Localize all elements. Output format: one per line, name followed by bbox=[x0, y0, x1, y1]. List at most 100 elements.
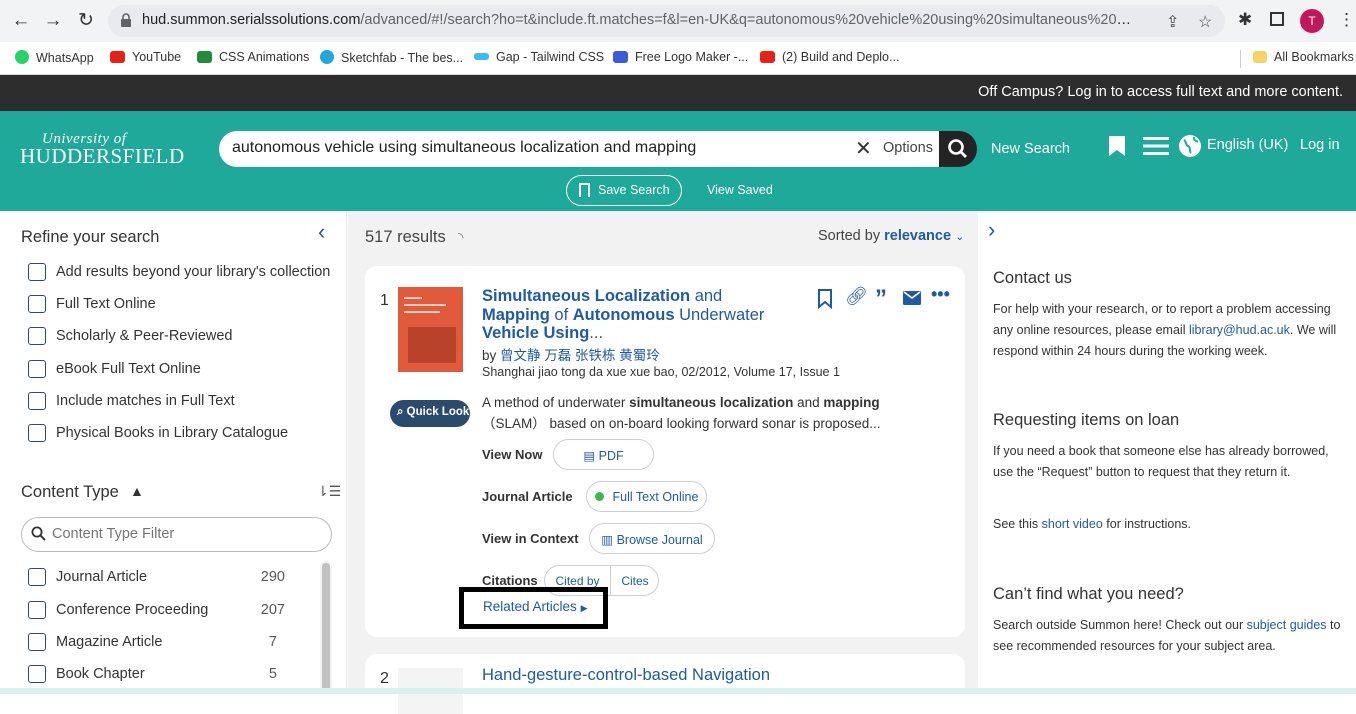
off-campus-link[interactable]: Off Campus? Log in to access full text a… bbox=[978, 84, 1343, 100]
new-search-link[interactable]: New Search bbox=[991, 141, 1070, 157]
checkbox-ebook[interactable] bbox=[28, 360, 46, 378]
kebab-menu-icon[interactable]: ⋮ bbox=[1338, 10, 1355, 30]
checkbox-label[interactable]: Add results beyond your library's collec… bbox=[56, 264, 330, 280]
bookmark-icon[interactable] bbox=[1108, 135, 1126, 157]
checkbox-peer-reviewed[interactable] bbox=[28, 327, 46, 345]
checkbox-full-text[interactable] bbox=[28, 295, 46, 313]
search-input[interactable] bbox=[232, 139, 832, 157]
cites-button[interactable]: Cites bbox=[611, 566, 659, 595]
checkbox-physical-books[interactable] bbox=[28, 424, 46, 442]
bookmark-whatsapp[interactable]: WhatsApp bbox=[15, 50, 94, 65]
full-text-online-button[interactable]: Full Text Online bbox=[586, 481, 707, 512]
pdf-label: PDF bbox=[598, 449, 624, 463]
bookmark-build-deploy[interactable]: (2) Build and Deplo... bbox=[760, 50, 899, 64]
author-links[interactable]: 曾文静 万磊 张铁栋 黄蜀玲 bbox=[500, 348, 660, 363]
share-icon[interactable]: ⇪ bbox=[1166, 12, 1179, 32]
options-button[interactable]: Options bbox=[883, 140, 933, 156]
checkbox-matches-full-text[interactable] bbox=[28, 392, 46, 410]
bookmark-label: Sketchfab - The bes... bbox=[341, 51, 464, 65]
checkbox-label[interactable]: eBook Full Text Online bbox=[56, 361, 201, 377]
scrollbar-thumb[interactable] bbox=[322, 563, 330, 694]
language-selector[interactable]: English (UK) bbox=[1207, 137, 1288, 153]
content-type-label[interactable]: Journal Article bbox=[56, 569, 147, 585]
bookmark-css-animations[interactable]: CSS Animations bbox=[197, 50, 309, 64]
globe-icon[interactable] bbox=[1178, 134, 1202, 158]
chevron-left-icon[interactable]: ‹ bbox=[318, 219, 325, 245]
address-bar[interactable]: hud.summon.serialssolutions.com/advanced… bbox=[108, 5, 1225, 37]
short-video-link[interactable]: short video bbox=[1042, 517, 1103, 531]
view-saved-link[interactable]: View Saved bbox=[707, 183, 773, 197]
clear-icon[interactable]: ✕ bbox=[855, 136, 872, 161]
link-icon[interactable]: 🔗︎ bbox=[845, 286, 868, 307]
checkbox-label[interactable]: Physical Books in Library Catalogue bbox=[56, 425, 288, 441]
email-icon[interactable] bbox=[903, 289, 921, 310]
snippet-part: （SLAM） based on on-board looking forward… bbox=[482, 416, 881, 431]
title-part: and bbox=[690, 287, 723, 305]
subject-guides-link[interactable]: subject guides bbox=[1247, 618, 1327, 632]
checkbox-beyond-collection[interactable] bbox=[28, 263, 46, 281]
snippet-part: simultaneous localization bbox=[629, 395, 794, 410]
pdf-button[interactable]: ▤ PDF bbox=[553, 439, 654, 470]
sort-dropdown[interactable]: Sorted by relevance ⌄ bbox=[818, 228, 964, 244]
content-type-count: 207 bbox=[260, 602, 285, 618]
more-icon[interactable]: ••• bbox=[931, 284, 950, 305]
quote-icon[interactable]: ” bbox=[875, 285, 887, 313]
checkbox-label[interactable]: Full Text Online bbox=[56, 296, 156, 312]
rss-icon[interactable]: ◝ bbox=[458, 229, 463, 246]
bottom-strip bbox=[0, 688, 1356, 694]
checkbox-magazine-article[interactable] bbox=[28, 633, 46, 651]
content-type-filter-input[interactable] bbox=[52, 526, 312, 542]
login-link[interactable]: Log in bbox=[1300, 137, 1340, 153]
checkbox-label[interactable]: Include matches in Full Text bbox=[56, 393, 235, 409]
related-articles-label: Related Articles bbox=[483, 599, 577, 614]
bookmark-youtube[interactable]: YouTube bbox=[110, 50, 181, 64]
all-bookmarks[interactable]: All Bookmarks bbox=[1253, 50, 1354, 64]
save-search-button[interactable]: Save Search bbox=[566, 175, 682, 206]
star-icon[interactable]: ☆ bbox=[1198, 12, 1212, 32]
loan-title: Requesting items on loan bbox=[993, 411, 1180, 429]
content-type-label: Journal Article bbox=[482, 489, 573, 504]
content-type-label[interactable]: Magazine Article bbox=[56, 634, 162, 650]
bookmark-outline-icon[interactable] bbox=[817, 289, 833, 314]
menu-icon[interactable] bbox=[1143, 137, 1169, 155]
checkbox-journal-article[interactable] bbox=[28, 568, 46, 586]
quick-look-button[interactable]: ⌕ Quick Look bbox=[390, 400, 470, 427]
url-text[interactable]: hud.summon.serialssolutions.com/advanced… bbox=[142, 12, 1132, 28]
reload-icon[interactable]: ↻ bbox=[75, 10, 97, 32]
bookmark-logo-maker[interactable]: Free Logo Maker -... bbox=[613, 50, 748, 64]
content-type-title[interactable]: Content Type bbox=[21, 483, 119, 502]
cover-thumbnail[interactable]: ▬▬▬ ▬▬▬▬▬▬▬ ▬▬▬▬▬▬ bbox=[398, 287, 463, 372]
cover-art: ▬▬▬ ▬▬▬▬▬▬▬ ▬▬▬▬▬▬ bbox=[404, 295, 446, 315]
checkbox-conference-proceeding[interactable] bbox=[28, 601, 46, 619]
search-button[interactable] bbox=[939, 131, 977, 167]
chevron-up-icon[interactable]: ▲ bbox=[130, 483, 144, 499]
contact-email-link[interactable]: library@hud.ac.uk bbox=[1189, 323, 1290, 337]
back-arrow-icon[interactable]: ← bbox=[10, 10, 32, 32]
caret-right-icon: ▶ bbox=[580, 603, 588, 613]
extensions-icon[interactable]: ✱ bbox=[1238, 10, 1252, 30]
bookmark-tailwind[interactable]: Gap - Tailwind CSS bbox=[474, 50, 604, 64]
full-text-label: Full Text Online bbox=[612, 490, 699, 504]
title-part: Simultaneous Localization bbox=[482, 287, 691, 305]
sidepanel-icon[interactable] bbox=[1270, 12, 1284, 26]
logo-line2[interactable]: HUDDERSFIELD bbox=[20, 144, 185, 169]
content-type-label[interactable]: Book Chapter bbox=[56, 666, 145, 682]
quick-look-label: Quick Look bbox=[406, 406, 470, 418]
result-title[interactable]: Hand-gesture-control-based Navigation bbox=[482, 666, 770, 685]
avatar[interactable]: T bbox=[1300, 9, 1324, 33]
content-type-label[interactable]: Conference Proceeding bbox=[56, 602, 208, 618]
checkbox-label[interactable]: Scholarly & Peer-Reviewed bbox=[56, 328, 233, 344]
browse-journal-label: Browse Journal bbox=[616, 533, 703, 547]
forward-arrow-icon[interactable]: → bbox=[42, 10, 64, 32]
result-title[interactable]: Simultaneous Localization and Mapping of… bbox=[482, 287, 792, 343]
bookmark-sketchfab[interactable]: Sketchfab - The bes... bbox=[320, 50, 463, 65]
chevron-right-icon[interactable]: › bbox=[988, 217, 995, 243]
snippet-part: and bbox=[793, 395, 824, 410]
lock-icon bbox=[121, 13, 131, 27]
url-path: /advanced/#!/search?ho=t&include.ft.matc… bbox=[360, 12, 1132, 28]
checkbox-book-chapter[interactable] bbox=[28, 665, 46, 683]
browse-journal-button[interactable]: ▥ Browse Journal bbox=[589, 523, 715, 554]
related-articles-link[interactable]: Related Articles ▶ bbox=[459, 587, 608, 629]
sort-icon[interactable]: ⇂☰ bbox=[317, 483, 341, 500]
view-now-label: View Now bbox=[482, 447, 543, 462]
